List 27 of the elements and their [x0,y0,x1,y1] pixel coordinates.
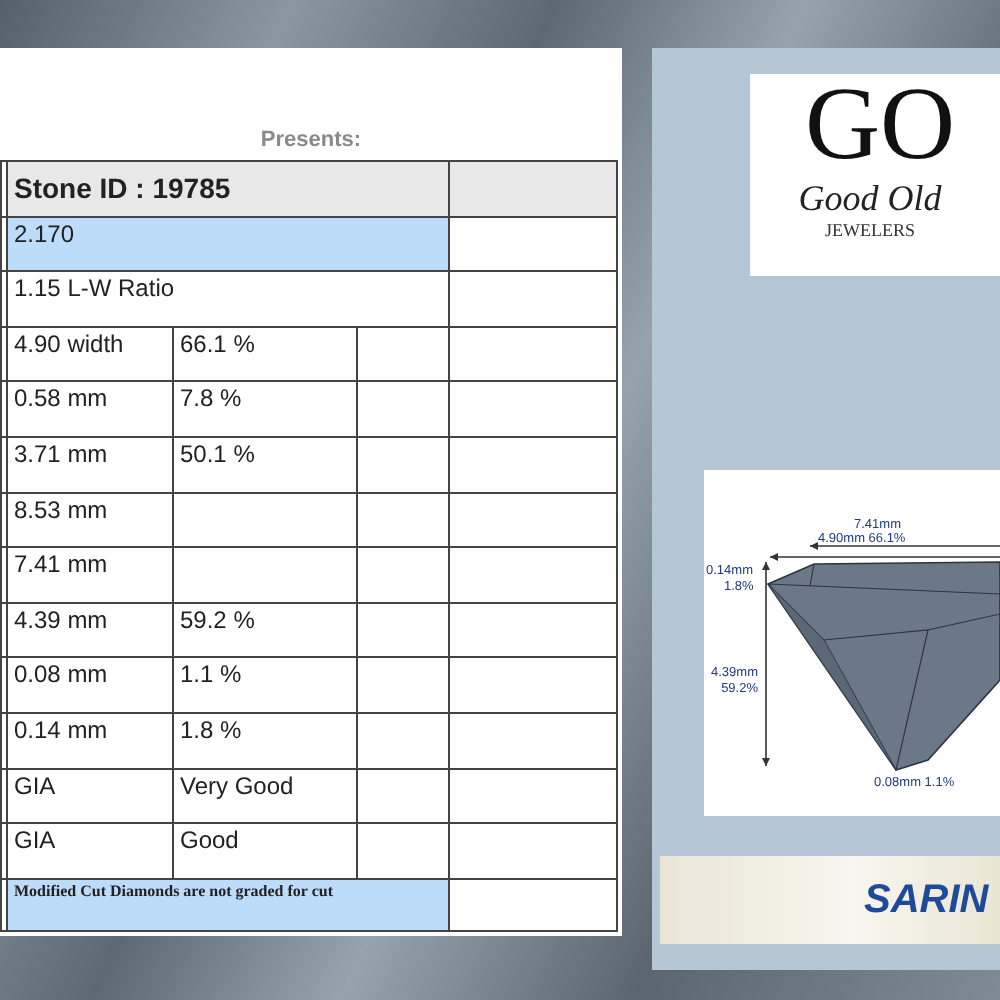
table-cell: 1.15 L-W Ratio [7,271,450,327]
logo-script-text: Good Old [798,178,942,220]
table-cell: 50.1 % [173,436,357,493]
table-cell: 1.1 % [173,657,357,713]
table-cell: Good [173,823,357,879]
presents-label: Presents: [260,128,362,152]
note-cell: Modified Cut Diamonds are not graded for cut [7,878,450,931]
table-cell: 8.53 mm [7,492,173,548]
logo-subtitle: JEWELERS [825,220,915,240]
table-cell: Very Good [173,768,357,824]
table-cell: 2.170 [7,216,450,272]
table-cell: 7.41 mm [7,547,173,603]
table-cell: 3.71 mm [7,436,173,493]
table-cell: 66.1 % [173,326,357,382]
table-cell: 0.58 mm [7,381,173,437]
brand-logo-text: SARIN [864,877,989,923]
stone-id-cell: Stone ID : 19785 [7,161,450,217]
table-cell: 4.39 mm [7,602,173,658]
logo-monogram: GO [804,74,956,178]
table-cell: 1.8 % [173,712,357,769]
table-cell: GIA [7,823,173,879]
table-cell: 0.08 mm [7,657,173,713]
table-cell: 4.90 width [7,326,173,382]
table-cell: 59.2 % [173,602,357,658]
table-cell: GIA [7,768,173,824]
table-cell: 7.8 % [173,381,357,437]
table-cell: 0.14 mm [7,712,173,769]
